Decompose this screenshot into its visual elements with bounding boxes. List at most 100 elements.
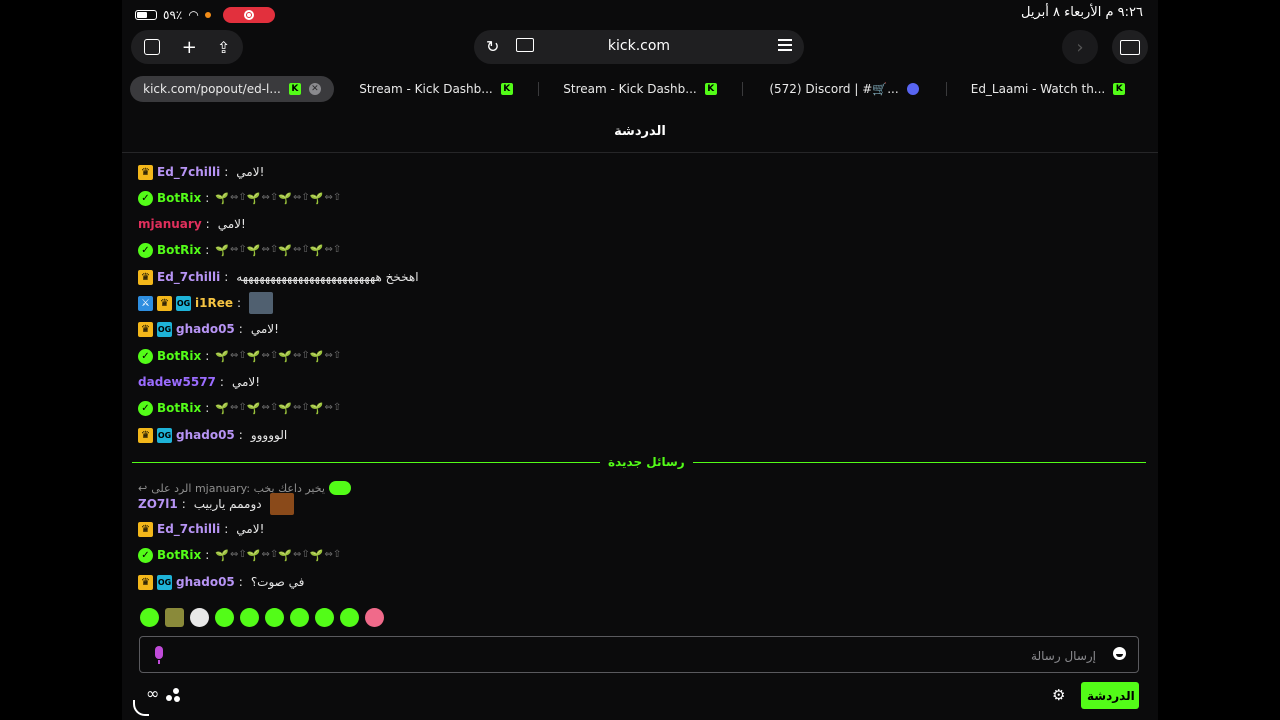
share-icon[interactable]: ⇪ xyxy=(217,38,230,57)
tab-ed-laami[interactable]: Ed_Laami - Watch th... K xyxy=(946,76,1150,102)
chat-message: ✓ BotRix: 🌱 ⇔ ⇧ 🌱 ⇔ ⇧ 🌱 ⇔ ⇧ 🌱 ⇔ ⇧ xyxy=(138,346,341,366)
username[interactable]: ghado05 xyxy=(176,322,235,336)
og-badge-icon: OG xyxy=(157,574,172,590)
username[interactable]: Ed_7chilli xyxy=(157,165,220,179)
message-text: دوممم ياربيب xyxy=(193,497,262,511)
message-text: لامي! xyxy=(217,217,246,231)
chat-message-input[interactable] xyxy=(180,645,1098,667)
kick-logo-icon: K xyxy=(1113,83,1126,95)
chat-message: ♛ Ed_7chilli: لامي! xyxy=(138,519,264,539)
username[interactable]: mjanuary xyxy=(138,217,202,231)
tab-stream-dashboard-1[interactable]: Stream - Kick Dashb... K xyxy=(334,76,538,102)
verified-badge-icon: ✓ xyxy=(138,190,153,206)
record-icon xyxy=(243,10,254,20)
emote-sequence: 🌱 ⇔ ⇧ 🌱 ⇔ ⇧ 🌱 ⇔ ⇧ 🌱 ⇔ ⇧ xyxy=(215,401,341,415)
address-bar[interactable]: ↻ kick.com xyxy=(474,30,804,64)
emote-sequence: 🌱 ⇔ ⇧ 🌱 ⇔ ⇧ 🌱 ⇔ ⇧ 🌱 ⇔ ⇧ xyxy=(215,191,341,205)
kick-logo-icon: K xyxy=(704,83,717,95)
chat-message: ✓ BotRix: 🌱 ⇔ ⇧ 🌱 ⇔ ⇧ 🌱 ⇔ ⇧ 🌱 ⇔ ⇧ xyxy=(138,240,341,260)
sidebar-toggle-button[interactable] xyxy=(1112,30,1148,64)
message-text: لامي! xyxy=(236,165,265,179)
message-text: لامي! xyxy=(250,322,279,336)
new-tab-icon[interactable]: + xyxy=(182,37,197,58)
infinity-icon[interactable]: ∞ xyxy=(146,684,159,703)
tab-stream-dashboard-2[interactable]: Stream - Kick Dashb... K xyxy=(538,76,742,102)
message-text: اهخخخ هههههههههههههههههههههههههه xyxy=(236,270,419,284)
address-url: kick.com xyxy=(607,38,671,54)
username[interactable]: BotRix xyxy=(157,243,201,257)
crown-badge-icon: ♛ xyxy=(157,295,172,311)
chat-message: ZO7l1: دوممم ياربيب xyxy=(138,493,294,515)
emote-icon[interactable] xyxy=(315,608,334,627)
verified-badge-icon: ✓ xyxy=(138,400,153,416)
tab-title: kick.com/popout/ed-l... xyxy=(143,82,281,96)
close-tab-icon[interactable]: ✕ xyxy=(308,83,321,95)
username[interactable]: Ed_7chilli xyxy=(157,270,220,284)
chat-message: ♛ OG ghado05: لامي! xyxy=(138,319,279,339)
username[interactable]: i1Ree xyxy=(195,296,233,310)
emote-icon[interactable] xyxy=(140,608,159,627)
tab-title: Stream - Kick Dashb... xyxy=(359,82,493,96)
emote-icon[interactable] xyxy=(215,608,234,627)
tab-title: (572) Discord | #🛒... xyxy=(769,82,899,96)
tab-kick-popout[interactable]: kick.com/popout/ed-l... K ✕ xyxy=(130,76,334,102)
chat-message: ✓ BotRix: 🌱 ⇔ ⇧ 🌱 ⇔ ⇧ 🌱 ⇔ ⇧ 🌱 ⇔ ⇧ xyxy=(138,398,341,418)
chat-message: ♛ Ed_7chilli: اهخخخ هههههههههههههههههههه… xyxy=(138,267,419,287)
quick-emote-bar xyxy=(140,608,384,627)
username[interactable]: BotRix xyxy=(157,191,201,205)
emote-icon[interactable] xyxy=(340,608,359,627)
status-datetime: ٩:٢٦ م الأربعاء ٨ أبريل xyxy=(1020,5,1143,20)
chat-message: ♛ OG ghado05: الووووو xyxy=(138,425,287,445)
username[interactable]: BotRix xyxy=(157,401,201,415)
verified-badge-icon: ✓ xyxy=(138,348,153,364)
message-text: في صوت؟ xyxy=(250,575,305,589)
tab-strip: kick.com/popout/ed-l... K ✕ Stream - Kic… xyxy=(130,76,1150,102)
username[interactable]: ZO7l1 xyxy=(138,497,178,511)
message-text: لامي! xyxy=(231,375,261,389)
image-emote xyxy=(249,292,274,314)
emote-icon[interactable] xyxy=(165,608,184,627)
chat-message: dadew5577: لامي! xyxy=(138,375,261,389)
chat-message: ♛ Ed_7chilli: لامي! xyxy=(138,162,264,182)
status-bar-left: ٥٩٪ ◠ xyxy=(135,6,275,24)
battery-percent: ٥٩٪ xyxy=(163,8,183,22)
send-chat-button[interactable]: الدردشة xyxy=(1081,682,1139,709)
chat-message: ✓ BotRix: 🌱 ⇔ ⇧ 🌱 ⇔ ⇧ 🌱 ⇔ ⇧ 🌱 ⇔ ⇧ xyxy=(138,188,341,208)
reply-text: الرد على mjanuary: يخير داعك يخب xyxy=(151,481,325,495)
chat-message: ⚔ ♛ OG i1Ree: xyxy=(138,292,274,314)
tabs-overview-icon[interactable] xyxy=(143,39,160,55)
crown-badge-icon: ♛ xyxy=(138,521,153,537)
gear-icon[interactable]: ⚙ xyxy=(1052,686,1065,704)
chat-message: ♛ OG ghado05: في صوت؟ xyxy=(138,572,304,592)
sidebar-icon xyxy=(1120,39,1140,55)
emoji-picker-icon[interactable] xyxy=(1113,647,1126,660)
emote-icon[interactable] xyxy=(265,608,284,627)
toolbar-left-group: + ⇪ xyxy=(131,30,243,64)
emote-icon[interactable] xyxy=(365,608,384,627)
crown-badge-icon: ♛ xyxy=(138,321,153,337)
dots-menu-icon[interactable] xyxy=(166,688,182,704)
username[interactable]: dadew5577 xyxy=(138,375,216,389)
username[interactable]: ghado05 xyxy=(176,428,235,442)
moderator-sword-icon: ⚔ xyxy=(138,295,153,311)
username[interactable]: BotRix xyxy=(157,548,201,562)
emote-icon[interactable] xyxy=(240,608,259,627)
wifi-icon: ◠ xyxy=(188,8,199,22)
username[interactable]: Ed_7chilli xyxy=(157,522,220,536)
reply-arrow-icon: ↩ xyxy=(138,481,148,495)
tab-discord[interactable]: (572) Discord | #🛒... xyxy=(742,76,946,102)
reader-mode-icon[interactable] xyxy=(778,39,792,53)
verified-badge-icon: ✓ xyxy=(138,547,153,563)
microphone-icon[interactable] xyxy=(155,646,163,664)
screen-recording-indicator[interactable] xyxy=(222,7,275,23)
forward-button[interactable]: › xyxy=(1062,30,1098,64)
emote-icon[interactable] xyxy=(290,608,309,627)
username[interactable]: BotRix xyxy=(157,349,201,363)
message-text: لامي! xyxy=(236,522,265,536)
chevron-right-icon: › xyxy=(1076,36,1084,58)
username[interactable]: ghado05 xyxy=(176,575,235,589)
kick-logo-icon: K xyxy=(288,83,301,95)
verified-badge-icon: ✓ xyxy=(138,242,153,258)
message-text: الووووو xyxy=(250,428,288,442)
emote-icon[interactable] xyxy=(190,608,209,627)
